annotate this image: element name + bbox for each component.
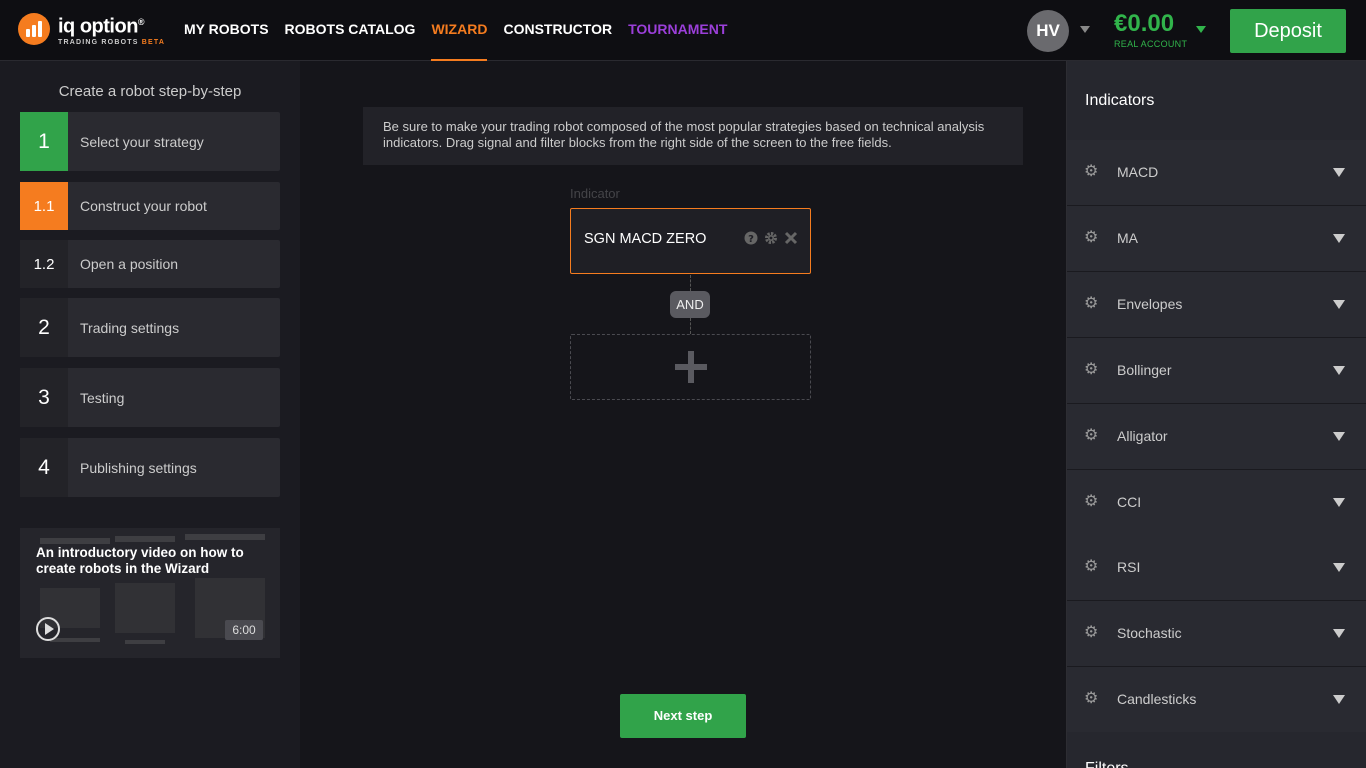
gear-icon: ⚙ — [1084, 361, 1099, 378]
nav-wizard[interactable]: WIZARD — [431, 0, 488, 61]
indicator-item-label: Envelopes — [1117, 296, 1183, 312]
step-number: 1 — [20, 112, 68, 171]
avatar-chevron-down-icon[interactable] — [1080, 26, 1090, 33]
step-number: 2 — [20, 298, 68, 357]
filters-title: Filters — [1067, 732, 1366, 768]
logo-bars-icon — [18, 12, 50, 45]
gear-icon: ⚙ — [1084, 690, 1099, 707]
indicators-title: Indicators — [1067, 61, 1366, 140]
step-number: 3 — [20, 368, 68, 427]
svg-text:?: ? — [748, 234, 754, 245]
close-icon[interactable] — [783, 231, 799, 247]
step-label: Select your strategy — [80, 133, 204, 150]
indicator-block[interactable]: SGN MACD ZERO ? — [570, 208, 811, 274]
intro-video-card[interactable]: An introductory video on how to create r… — [20, 528, 280, 658]
nav-robots-catalog[interactable]: ROBOTS CATALOG — [285, 0, 416, 60]
indicator-item-rsi[interactable]: ⚙ RSI — [1067, 535, 1366, 601]
connector-line — [690, 275, 691, 291]
deposit-button[interactable]: Deposit — [1230, 9, 1346, 53]
indicator-item-macd[interactable]: ⚙ MACD — [1067, 140, 1366, 206]
wizard-steps-panel: Create a robot step-by-step 1 Select you… — [0, 61, 300, 768]
step-select-strategy[interactable]: 1 Select your strategy — [20, 112, 280, 171]
video-duration: 6:00 — [225, 620, 263, 640]
gear-icon: ⚙ — [1084, 427, 1099, 444]
logo[interactable]: iq option® TRADING ROBOTS BETA — [18, 12, 165, 46]
indicator-block-name: SGN MACD ZERO — [584, 231, 707, 247]
chevron-down-icon[interactable] — [1333, 234, 1345, 243]
account-type-label: REAL ACCOUNT — [1114, 39, 1188, 49]
indicator-item-stochastic[interactable]: ⚙ Stochastic — [1067, 601, 1366, 667]
balance-amount: €0.00 — [1114, 10, 1175, 37]
indicator-item-label: MACD — [1117, 164, 1159, 180]
beta-label: BETA — [141, 38, 166, 46]
chevron-down-icon[interactable] — [1333, 168, 1345, 177]
main-nav: MY ROBOTS ROBOTS CATALOG WIZARD CONSTRUC… — [184, 0, 743, 61]
video-title: An introductory video on how to create r… — [36, 545, 244, 576]
step-label: Construct your robot — [80, 198, 207, 214]
gear-icon: ⚙ — [1084, 295, 1099, 312]
help-icon[interactable]: ? — [743, 231, 759, 247]
chevron-down-icon[interactable] — [1333, 366, 1345, 375]
indicator-item-alligator[interactable]: ⚙ Alligator — [1067, 404, 1366, 470]
and-operator[interactable]: AND — [670, 291, 710, 318]
indicator-item-label: MA — [1117, 230, 1138, 246]
nav-constructor[interactable]: CONSTRUCTOR — [503, 0, 612, 60]
play-icon[interactable] — [36, 617, 60, 641]
account-balance[interactable]: €0.00 REAL ACCOUNT — [1114, 9, 1187, 49]
gear-icon: ⚙ — [1084, 163, 1099, 180]
registered-mark: ® — [137, 17, 145, 27]
chevron-down-icon[interactable] — [1333, 629, 1345, 638]
indicator-item-bollinger[interactable]: ⚙ Bollinger — [1067, 338, 1366, 404]
chevron-down-icon[interactable] — [1333, 498, 1345, 507]
brand-subtitle: TRADING ROBOTS — [58, 38, 139, 46]
step-construct-robot[interactable]: 1.1 Construct your robot — [20, 182, 280, 230]
step-label: Testing — [80, 389, 125, 406]
empty-block-drop-zone[interactable] — [570, 334, 811, 400]
gear-icon: ⚙ — [1084, 229, 1099, 246]
chevron-down-icon[interactable] — [1333, 695, 1345, 704]
steps-title: Create a robot step-by-step — [58, 83, 242, 100]
robot-canvas: Be sure to make your trading robot compo… — [300, 61, 1066, 768]
brand-name: iq option — [58, 15, 138, 38]
indicator-item-ma[interactable]: ⚙ MA — [1067, 206, 1366, 272]
gear-icon[interactable] — [763, 231, 779, 247]
next-step-button[interactable]: Next step — [620, 694, 746, 738]
balance-chevron-down-icon[interactable] — [1196, 26, 1206, 33]
indicator-item-candlesticks[interactable]: ⚙ Candlesticks — [1067, 667, 1366, 733]
gear-icon: ⚙ — [1084, 624, 1099, 641]
nav-tournament[interactable]: TOURNAMENT — [628, 0, 727, 60]
step-number: 4 — [20, 438, 68, 497]
nav-my-robots[interactable]: MY ROBOTS — [184, 0, 269, 60]
indicator-item-cci[interactable]: ⚙ CCI — [1067, 470, 1366, 536]
chevron-down-icon[interactable] — [1333, 563, 1345, 572]
indicator-item-label: Candlesticks — [1117, 691, 1197, 707]
indicator-item-label: Bollinger — [1117, 362, 1172, 378]
step-label: Publishing settings — [80, 459, 197, 476]
indicator-item-label: Stochastic — [1117, 625, 1182, 641]
gear-icon: ⚙ — [1084, 493, 1099, 510]
indicator-item-envelopes[interactable]: ⚙ Envelopes — [1067, 272, 1366, 338]
step-number: 1.1 — [20, 182, 68, 230]
step-open-position[interactable]: 1.2 Open a position — [20, 240, 280, 288]
plus-icon — [675, 351, 707, 383]
indicator-item-label: CCI — [1117, 494, 1142, 510]
indicators-panel: Indicators ⚙ MACD ⚙ MA ⚙ Envelopes ⚙ Bol… — [1066, 61, 1366, 768]
indicator-item-label: RSI — [1117, 559, 1141, 575]
step-publishing-settings[interactable]: 4 Publishing settings — [20, 438, 280, 497]
avatar[interactable]: HV — [1027, 10, 1069, 52]
chevron-down-icon[interactable] — [1333, 432, 1345, 441]
instructions-text: Be sure to make your trading robot compo… — [363, 107, 1023, 165]
step-label: Trading settings — [80, 319, 180, 336]
indicator-label: Indicator — [570, 186, 620, 201]
top-bar: iq option® TRADING ROBOTS BETA MY ROBOTS… — [0, 0, 1366, 61]
step-number: 1.2 — [20, 240, 68, 288]
step-trading-settings[interactable]: 2 Trading settings — [20, 298, 280, 357]
indicator-item-label: Alligator — [1117, 428, 1168, 444]
step-testing[interactable]: 3 Testing — [20, 368, 280, 427]
chevron-down-icon[interactable] — [1333, 300, 1345, 309]
gear-icon: ⚙ — [1084, 558, 1099, 575]
connector-line — [690, 318, 691, 334]
step-label: Open a position — [80, 256, 179, 272]
